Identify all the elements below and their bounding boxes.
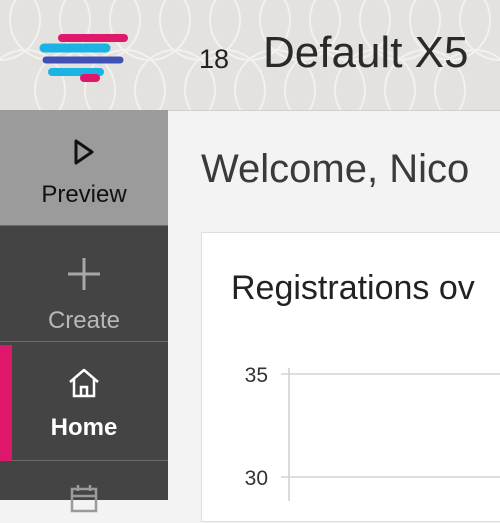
y-tick-label: 35 [245, 364, 268, 387]
sidebar-item-calendar[interactable] [0, 463, 168, 523]
app-title: Default X5 [263, 28, 469, 77]
y-tick-label: 30 [245, 467, 268, 490]
brand-logo-icon[interactable] [36, 26, 132, 92]
sidebar-item-label: Preview [41, 181, 127, 208]
sidebar-item-preview[interactable]: Preview [0, 110, 168, 226]
header-badge-number: 18 [199, 44, 230, 74]
welcome-heading: Welcome, Nico [201, 147, 470, 191]
active-indicator [0, 345, 12, 461]
registrations-chart: 35 30 [245, 364, 500, 501]
app-header: 18 Default X5 [0, 0, 500, 111]
sidebar: Preview Create Home [0, 110, 168, 513]
play-icon [74, 139, 94, 165]
calendar-icon [70, 485, 98, 513]
plus-icon [68, 258, 100, 290]
sidebar-item-label: Create [47, 307, 121, 334]
registrations-chart-card: Registrations ov 35 30 [201, 232, 500, 522]
home-icon [69, 368, 99, 398]
sidebar-item-home[interactable]: Home [0, 345, 168, 461]
sidebar-item-label: Home [50, 414, 118, 441]
sidebar-item-create[interactable]: Create [0, 226, 168, 342]
